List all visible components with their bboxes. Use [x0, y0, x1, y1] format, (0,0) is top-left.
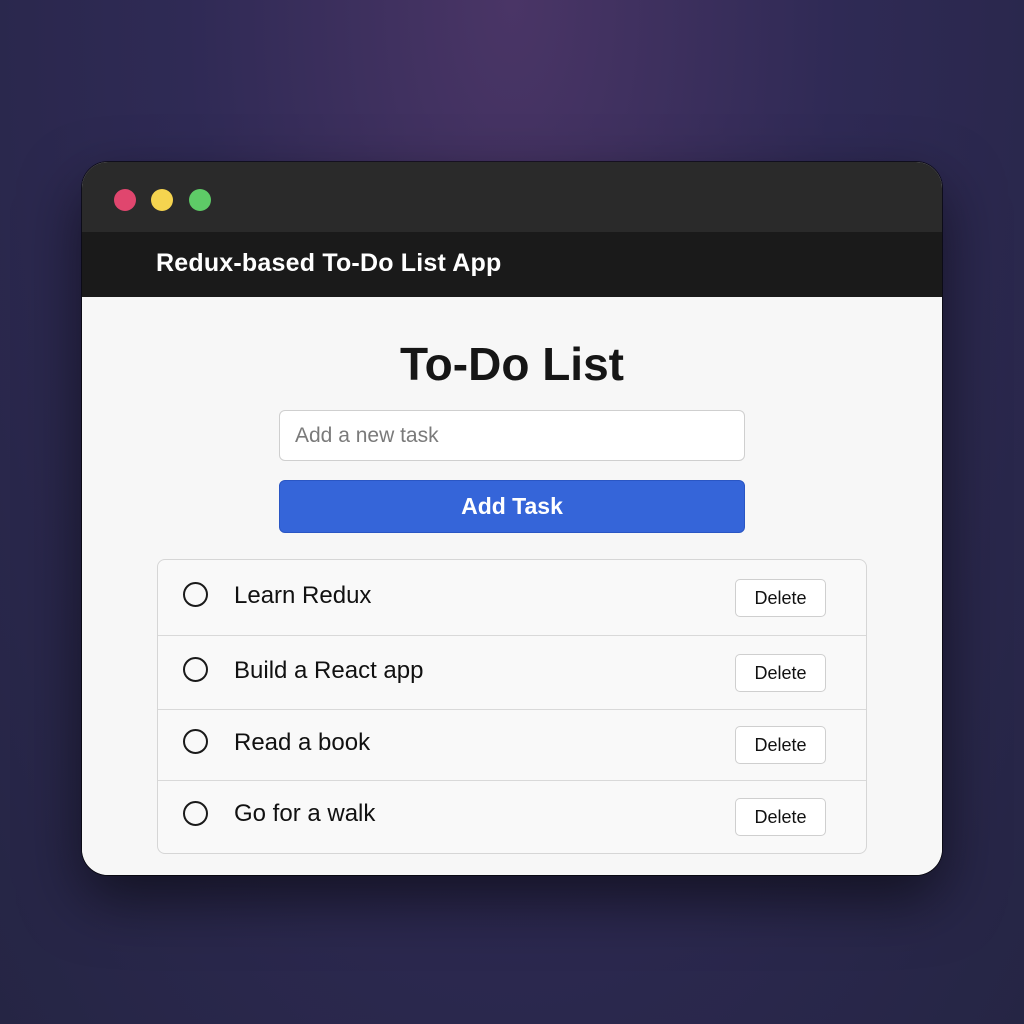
close-window-button[interactable]	[114, 189, 136, 211]
app-window: Redux-based To-Do List App To-Do List Ad…	[82, 162, 942, 875]
delete-task-button[interactable]: Delete	[735, 726, 826, 764]
task-label: Learn Redux	[234, 582, 372, 609]
delete-task-button[interactable]: Delete	[735, 654, 826, 692]
task-row: Read a book Delete	[158, 709, 866, 781]
minimize-window-button[interactable]	[151, 189, 173, 211]
task-row: Learn Redux Delete	[158, 560, 866, 636]
task-complete-checkbox[interactable]	[183, 801, 208, 826]
task-row: Go for a walk Delete	[158, 780, 866, 853]
add-task-button[interactable]: Add Task	[279, 480, 745, 533]
task-label: Go for a walk	[234, 800, 376, 827]
task-complete-checkbox[interactable]	[183, 729, 208, 754]
task-row: Build a React app Delete	[158, 635, 866, 710]
task-complete-checkbox[interactable]	[183, 657, 208, 682]
zoom-window-button[interactable]	[189, 189, 211, 211]
new-task-input[interactable]	[279, 410, 745, 461]
main-content: To-Do List Add Task Learn Redux Delete B…	[82, 297, 942, 875]
app-title: Redux-based To-Do List App	[156, 249, 502, 277]
task-list: Learn Redux Delete Build a React app Del…	[157, 559, 867, 854]
page-title: To-Do List	[400, 338, 624, 390]
app-header: Redux-based To-Do List App	[82, 232, 942, 297]
delete-task-button[interactable]: Delete	[735, 798, 826, 836]
window-titlebar	[82, 162, 942, 232]
delete-task-button[interactable]: Delete	[735, 579, 826, 617]
task-label: Build a React app	[234, 657, 424, 684]
task-label: Read a book	[234, 729, 371, 756]
task-complete-checkbox[interactable]	[183, 582, 208, 607]
